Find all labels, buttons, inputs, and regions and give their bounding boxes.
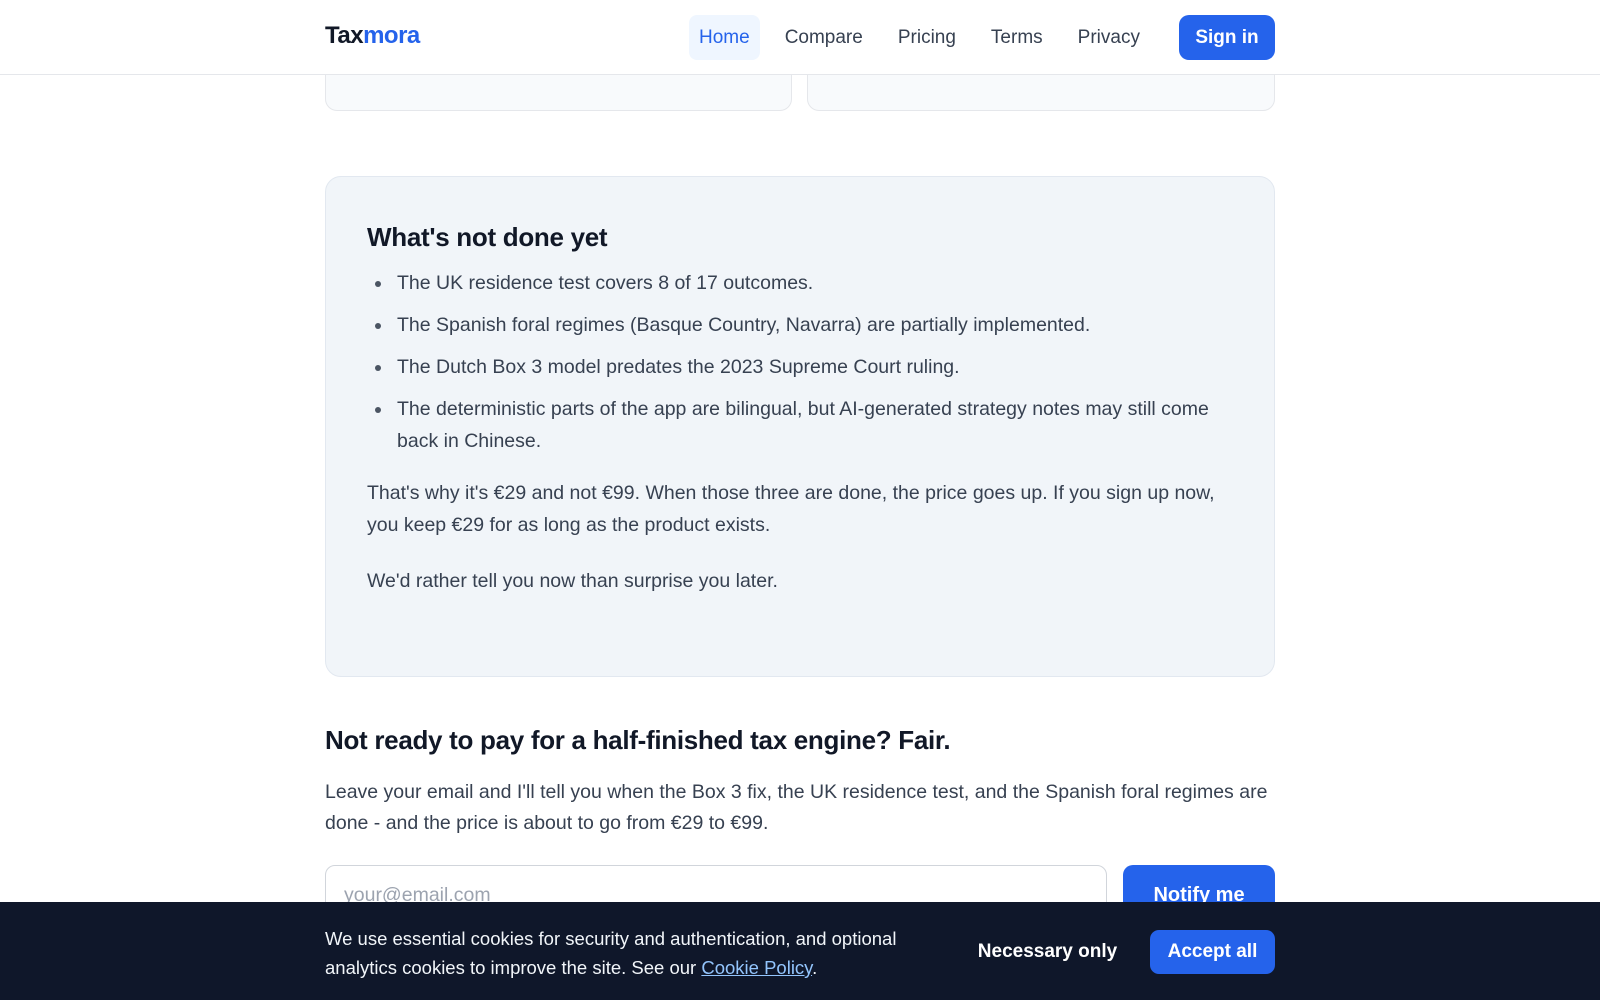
cookie-policy-link[interactable]: Cookie Policy — [701, 957, 812, 978]
nav-home[interactable]: Home — [689, 15, 760, 60]
nav-compare[interactable]: Compare — [775, 15, 873, 60]
not-done-title: What's not done yet — [367, 222, 608, 252]
logo-text-mora: mora — [363, 22, 420, 49]
not-done-section: What's not done yet The UK residence tes… — [325, 176, 1275, 677]
waitlist-description: Leave your email and I'll tell you when … — [325, 781, 1268, 834]
logo[interactable]: Taxmora — [325, 22, 420, 50]
honesty-note: We'd rather tell you now than surprise y… — [367, 570, 778, 593]
logo-text-tax: Tax — [325, 22, 364, 49]
cookie-banner: We use essential cookies for security an… — [0, 902, 1600, 1000]
list-item: The deterministic parts of the app are b… — [375, 393, 1234, 457]
pricing-explanation: That's why it's €29 and not €99. When th… — [367, 482, 1215, 537]
cookie-text-end: . — [812, 957, 818, 978]
necessary-only-button[interactable]: Necessary only — [970, 930, 1125, 974]
nav-pricing[interactable]: Pricing — [888, 15, 966, 60]
main-nav: Home Compare Pricing Terms Privacy — [689, 15, 1165, 60]
list-item: The Dutch Box 3 model predates the 2023 … — [375, 351, 1234, 383]
cookie-message: We use essential cookies for security an… — [325, 924, 945, 982]
sign-in-button[interactable]: Sign in — [1179, 15, 1275, 60]
nav-terms[interactable]: Terms — [981, 15, 1053, 60]
not-done-list: The UK residence test covers 8 of 17 out… — [367, 267, 1234, 457]
nav-privacy[interactable]: Privacy — [1068, 15, 1150, 60]
list-item: The Spanish foral regimes (Basque Countr… — [375, 309, 1234, 341]
accept-all-button[interactable]: Accept all — [1150, 930, 1275, 974]
waitlist-title: Not ready to pay for a half-finished tax… — [325, 725, 951, 755]
site-header: Taxmora Home Compare Pricing Terms Priva… — [0, 0, 1600, 75]
list-item: The UK residence test covers 8 of 17 out… — [375, 267, 1234, 299]
